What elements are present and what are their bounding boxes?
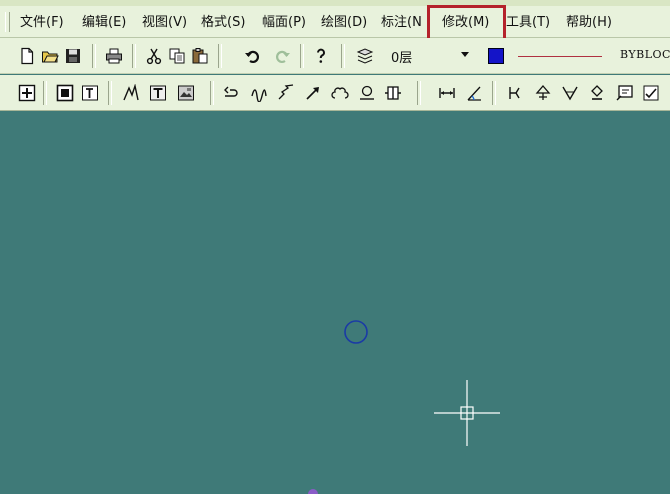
menu-format[interactable]: 格式(S) [201,14,245,32]
connector-icon[interactable] [222,83,242,103]
copy-icon[interactable] [167,46,187,66]
block-icon[interactable] [383,83,403,103]
color-swatch[interactable] [488,48,504,64]
separator [218,44,222,68]
menu-layout[interactable]: 幅面(P) [262,14,306,32]
separator [492,81,496,105]
wave-icon[interactable] [249,83,269,103]
zoom-all-icon[interactable] [55,83,75,103]
separator [92,44,96,68]
menu-edit[interactable]: 编辑(E) [82,14,126,32]
drawn-circle[interactable] [344,320,368,344]
print-icon[interactable] [104,46,124,66]
menu-tools[interactable]: 工具(T) [506,14,550,32]
menu-help[interactable]: 帮助(H) [566,14,612,32]
separator [417,81,421,105]
symbol-tool-1-icon[interactable] [506,83,526,103]
canvas-graphics [308,320,500,494]
symbol-icon[interactable] [357,83,377,103]
new-icon[interactable] [17,46,37,66]
redo-icon[interactable] [272,46,292,66]
layer-value: 0层 [391,51,413,66]
menu-draw[interactable]: 绘图(D) [321,14,367,32]
separator [210,81,214,105]
menu-file[interactable]: 文件(F) [20,14,64,32]
menu-grip [5,12,10,32]
zoom-window-icon[interactable] [17,83,37,103]
draw-toolbar [0,75,670,111]
text-frame-icon[interactable] [80,83,100,103]
separator [43,81,47,105]
image-tool-icon[interactable] [176,83,196,103]
separator [300,44,304,68]
text-tool-icon[interactable] [148,83,168,103]
layer-dropdown[interactable]: 0层 [383,46,475,66]
arrow-icon[interactable] [303,83,323,103]
modify-menu-highlight-box [427,5,506,41]
lineweight-label[interactable]: BYBLOCI [620,48,670,61]
menu-bar: 文件(F) 编辑(E) 视图(V) 格式(S) 幅面(P) 绘图(D) 标注(N… [0,6,670,38]
symbol-tool-2-icon[interactable] [533,83,553,103]
separator [108,81,112,105]
frame-tool-icon[interactable] [615,83,635,103]
cloud-icon[interactable] [330,83,350,103]
check-icon[interactable] [641,83,661,103]
drawing-canvas[interactable] [0,112,670,494]
layer-manager-icon[interactable] [355,46,375,66]
zigzag-icon[interactable] [276,83,296,103]
paste-icon[interactable] [190,46,210,66]
ucs-marker [308,489,318,494]
linetype-preview[interactable] [518,56,602,57]
menu-dimension[interactable]: 标注(N [381,14,422,32]
symbol-tool-4-icon[interactable] [587,83,607,103]
separator [132,44,136,68]
symbol-tool-3-icon[interactable] [560,83,580,103]
chevron-down-icon[interactable] [461,52,469,57]
separator [341,44,345,68]
standard-toolbar: 0层 BYBLOCI [0,38,670,74]
cut-icon[interactable] [144,46,164,66]
crosshair-cursor [434,380,500,446]
dimension-angular-icon[interactable] [464,83,484,103]
help-icon[interactable] [311,46,331,66]
menu-view[interactable]: 视图(V) [142,14,187,32]
dimension-linear-icon[interactable] [437,83,457,103]
polyline-tool-icon[interactable] [121,83,141,103]
open-icon[interactable] [40,46,60,66]
save-icon[interactable] [63,46,83,66]
undo-icon[interactable] [243,46,263,66]
